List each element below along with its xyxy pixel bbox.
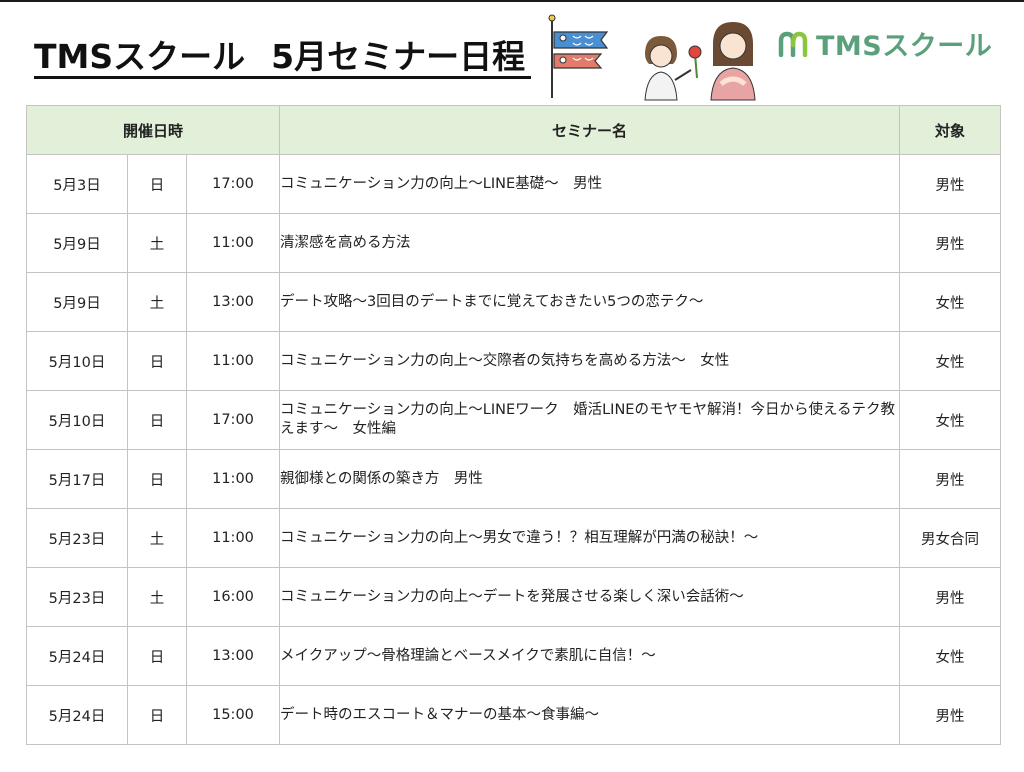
cell-time: 16:00 <box>185 567 281 627</box>
cell-time: 11:00 <box>185 508 281 568</box>
cell-day: 日 <box>127 449 187 509</box>
table-row: 5月10日 日 17:00 コミュニケーション力の向上～LINEワーク 婚活LI… <box>26 390 1002 450</box>
table-row: 5月3日 日 17:00 コミュニケーション力の向上～LINE基礎～ 男性 男性 <box>26 154 1002 214</box>
table-row: 5月10日 日 11:00 コミュニケーション力の向上～交際者の気持ちを高める方… <box>26 331 1002 391</box>
table-body: 5月3日 日 17:00 コミュニケーション力の向上～LINE基礎～ 男性 男性… <box>26 154 1002 745</box>
cell-target: 男性 <box>899 567 1002 627</box>
cell-date: 5月17日 <box>26 449 128 509</box>
cell-seminar-name: メイクアップ～骨格理論とベースメイクで素肌に自信！～ <box>279 626 901 686</box>
cell-target: 男性 <box>899 449 1002 509</box>
cell-day: 土 <box>127 508 187 568</box>
cell-date: 5月24日 <box>26 685 128 745</box>
table-row: 5月17日 日 11:00 親御様との関係の築き方 男性 男性 <box>26 449 1002 509</box>
cell-target: 女性 <box>899 331 1002 391</box>
koinobori-icon <box>548 14 609 98</box>
girl-giving-carnation-icon <box>644 36 702 101</box>
table-row: 5月9日 土 13:00 デート攻略～3回目のデートまでに覚えておきたい5つの恋… <box>26 272 1002 332</box>
table-row: 5月23日 土 11:00 コミュニケーション力の向上～男女で違う！？相互理解が… <box>26 508 1002 568</box>
cell-target: 女性 <box>899 626 1002 686</box>
cell-date: 5月9日 <box>26 272 128 332</box>
cell-day: 土 <box>127 213 187 273</box>
cell-seminar-name: コミュニケーション力の向上～デートを発展させる楽しく深い会話術～ <box>279 567 901 627</box>
cell-seminar-name: コミュニケーション力の向上～LINEワーク 婚活LINEのモヤモヤ解消！今日から… <box>279 390 901 450</box>
cell-day: 日 <box>127 685 187 745</box>
cell-target: 女性 <box>899 390 1002 450</box>
cell-date: 5月10日 <box>26 390 128 450</box>
top-border-line <box>0 0 1024 2</box>
cell-target: 男性 <box>899 154 1002 214</box>
cell-target: 男性 <box>899 685 1002 745</box>
seminar-schedule-table: 開催日時 セミナー名 対象 5月3日 日 17:00 コミュニケーション力の向上… <box>25 105 1002 745</box>
cell-seminar-name: デート時のエスコート＆マナーの基本～食事編～ <box>279 685 901 745</box>
cell-date: 5月23日 <box>26 567 128 627</box>
cell-target: 男性 <box>899 213 1002 273</box>
cell-time: 13:00 <box>185 272 281 332</box>
cell-time: 11:00 <box>185 213 281 273</box>
cell-day: 日 <box>127 154 187 214</box>
brand-logo: TMSスクール <box>778 24 992 63</box>
cell-time: 11:00 <box>185 449 281 509</box>
cell-day: 日 <box>127 331 187 391</box>
cell-time: 15:00 <box>185 685 281 745</box>
title-underline <box>34 76 531 79</box>
header-illustrations <box>545 14 770 106</box>
page-title-school: TMSスクール <box>34 37 246 76</box>
header-datetime: 開催日時 <box>25 105 281 155</box>
table-header-row: 開催日時 セミナー名 対象 <box>25 105 1002 155</box>
cell-day: 土 <box>127 567 187 627</box>
cell-seminar-name: 清潔感を高める方法 <box>279 213 901 273</box>
table-row: 5月9日 土 11:00 清潔感を高める方法 男性 <box>26 213 1002 273</box>
cell-date: 5月24日 <box>26 626 128 686</box>
table-row: 5月24日 日 13:00 メイクアップ～骨格理論とベースメイクで素肌に自信！～… <box>26 626 1002 686</box>
cell-seminar-name: コミュニケーション力の向上～交際者の気持ちを高める方法～ 女性 <box>279 331 901 391</box>
cell-date: 5月9日 <box>26 213 128 273</box>
cell-day: 日 <box>127 626 187 686</box>
cell-time: 17:00 <box>185 154 281 214</box>
page-title-schedule: 5月セミナー日程 <box>271 37 526 76</box>
cell-time: 13:00 <box>185 626 281 686</box>
cell-date: 5月3日 <box>26 154 128 214</box>
table-row: 5月23日 土 16:00 コミュニケーション力の向上～デートを発展させる楽しく… <box>26 567 1002 627</box>
cell-date: 5月10日 <box>26 331 128 391</box>
cell-time: 11:00 <box>185 331 281 391</box>
header-seminar-name: セミナー名 <box>279 105 901 155</box>
mother-icon <box>710 22 756 101</box>
cell-target: 男女合同 <box>899 508 1002 568</box>
cell-day: 土 <box>127 272 187 332</box>
header-target: 対象 <box>899 105 1002 155</box>
cell-seminar-name: コミュニケーション力の向上～男女で違う！？相互理解が円満の秘訣！～ <box>279 508 901 568</box>
cell-day: 日 <box>127 390 187 450</box>
cell-time: 17:00 <box>185 390 281 450</box>
brand-logo-text: TMSスクール <box>816 31 993 62</box>
cell-seminar-name: デート攻略～3回目のデートまでに覚えておきたい5つの恋テク～ <box>279 272 901 332</box>
illustration-svg <box>548 14 756 101</box>
page-title: TMSスクール 5月セミナー日程 <box>34 30 525 78</box>
m-leaf-icon <box>778 31 808 57</box>
table-row: 5月24日 日 15:00 デート時のエスコート＆マナーの基本～食事編～ 男性 <box>26 685 1002 745</box>
cell-date: 5月23日 <box>26 508 128 568</box>
cell-seminar-name: 親御様との関係の築き方 男性 <box>279 449 901 509</box>
cell-seminar-name: コミュニケーション力の向上～LINE基礎～ 男性 <box>279 154 901 214</box>
cell-target: 女性 <box>899 272 1002 332</box>
